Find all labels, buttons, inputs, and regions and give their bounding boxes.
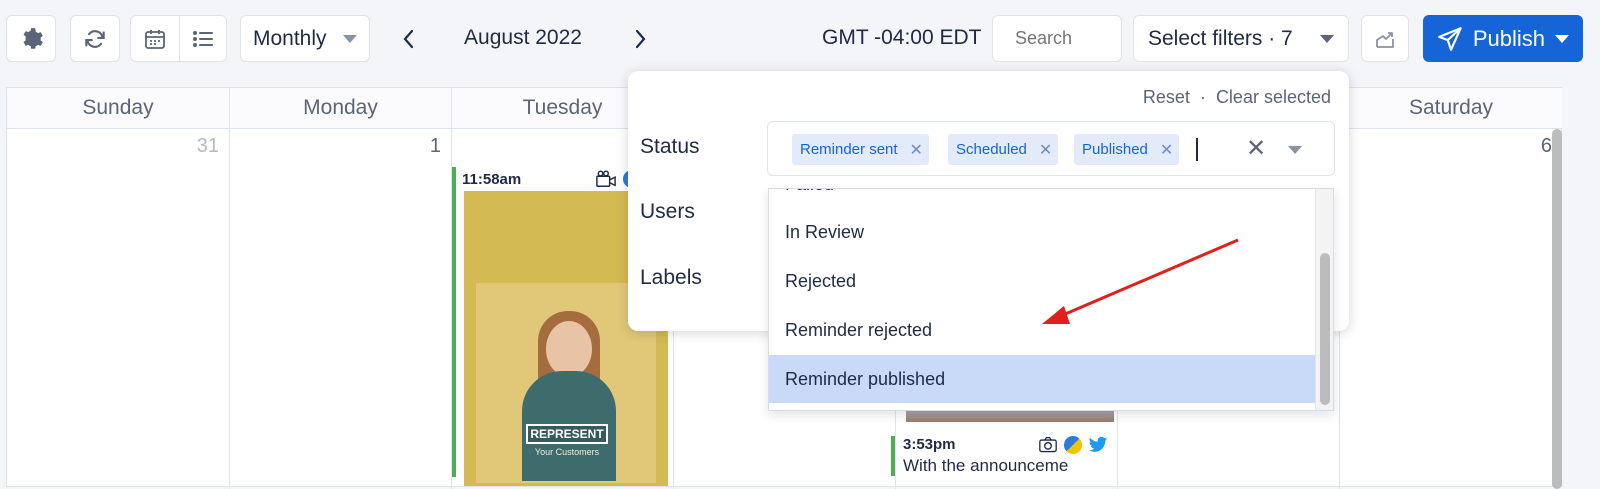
status-chip: Reminder sent ✕	[792, 134, 929, 165]
remove-chip-icon[interactable]: ✕	[1160, 140, 1173, 160]
day-cell-sunday[interactable]: 31	[7, 129, 230, 489]
day-number: 31	[196, 135, 219, 157]
refresh-button[interactable]	[70, 15, 120, 62]
view-select-label: Monthly	[253, 26, 327, 50]
day-number: 6	[1540, 135, 1552, 157]
refresh-icon	[85, 29, 105, 48]
timezone-label: GMT -04:00 EDT	[822, 26, 982, 49]
annotation-arrow	[1042, 238, 1239, 324]
status-option[interactable]: Failed	[769, 189, 1317, 208]
day-header-monday: Monday	[230, 88, 452, 129]
list-view-button[interactable]	[179, 15, 227, 62]
clear-all-icon[interactable]: ✕	[1246, 134, 1266, 163]
twitter-icon	[1088, 436, 1108, 452]
chevron-down-icon	[343, 34, 357, 43]
chip-label: Reminder sent	[800, 141, 898, 158]
video-camera-icon	[596, 170, 616, 187]
day-header-sunday: Sunday	[7, 88, 230, 129]
search-input[interactable]	[992, 15, 1122, 62]
current-month: August 2022	[464, 26, 582, 49]
status-multiselect[interactable]: Reminder sent ✕ Scheduled ✕ Published ✕ …	[767, 121, 1335, 176]
profile-avatar-icon	[1064, 436, 1082, 454]
share-icon	[1376, 31, 1394, 48]
status-option-highlighted[interactable]: Reminder published	[769, 355, 1317, 403]
image-sub-text: Your Customers	[534, 447, 600, 457]
status-filter-label: Status	[640, 135, 700, 158]
clear-selected-link[interactable]: Clear selected	[1216, 87, 1331, 108]
toolbar: Monthly August 2022 GMT -04:00 EDT Selec…	[0, 0, 1600, 78]
scrollbar-thumb[interactable]	[1320, 253, 1330, 405]
text-cursor	[1196, 138, 1198, 161]
chevron-down-icon[interactable]	[1288, 146, 1302, 154]
calendar-icon	[145, 29, 165, 49]
chip-label: Scheduled	[956, 141, 1027, 158]
reset-link[interactable]: Reset	[1143, 87, 1190, 108]
separator: ·	[1199, 87, 1206, 107]
settings-button[interactable]	[6, 15, 56, 62]
list-icon	[193, 30, 213, 47]
camera-icon	[1039, 436, 1057, 453]
remove-chip-icon[interactable]: ✕	[910, 140, 923, 160]
calendar-scrollbar[interactable]	[1552, 129, 1562, 489]
day-cell-monday[interactable]: 1	[230, 129, 452, 489]
users-filter-label: Users	[640, 200, 695, 223]
publish-label: Publish	[1472, 25, 1545, 51]
share-button[interactable]	[1361, 15, 1409, 62]
chevron-down-icon	[1555, 34, 1569, 43]
chevron-down-icon	[1320, 34, 1334, 43]
prev-month-button[interactable]	[394, 22, 424, 56]
send-icon	[1438, 26, 1462, 51]
options-scrollbar[interactable]	[1315, 189, 1333, 410]
gear-icon	[23, 27, 43, 49]
labels-filter-label: Labels	[640, 266, 702, 289]
day-number: 1	[429, 135, 441, 157]
day-header-saturday: Saturday	[1340, 88, 1562, 129]
status-chip: Published ✕	[1074, 134, 1180, 165]
calendar-view-button[interactable]	[130, 15, 180, 62]
status-chip: Scheduled ✕	[948, 134, 1059, 165]
day-cell-saturday[interactable]: 6	[1340, 129, 1562, 489]
scheduled-post-card[interactable]: 3:53pm With the announceme	[891, 436, 1111, 476]
image-brand-text: REPRESENT	[526, 424, 608, 444]
remove-chip-icon[interactable]: ✕	[1039, 140, 1052, 160]
chevron-left-icon	[403, 29, 414, 49]
chevron-right-icon	[635, 29, 646, 49]
view-select[interactable]: Monthly	[240, 15, 370, 62]
next-month-button[interactable]	[625, 22, 655, 56]
filters-select-label: Select filters · 7	[1148, 26, 1293, 50]
post-text: With the announceme	[903, 456, 1069, 475]
chip-label: Published	[1082, 141, 1148, 158]
filters-select[interactable]: Select filters · 7	[1133, 15, 1349, 62]
publish-button[interactable]: Publish	[1423, 15, 1583, 62]
